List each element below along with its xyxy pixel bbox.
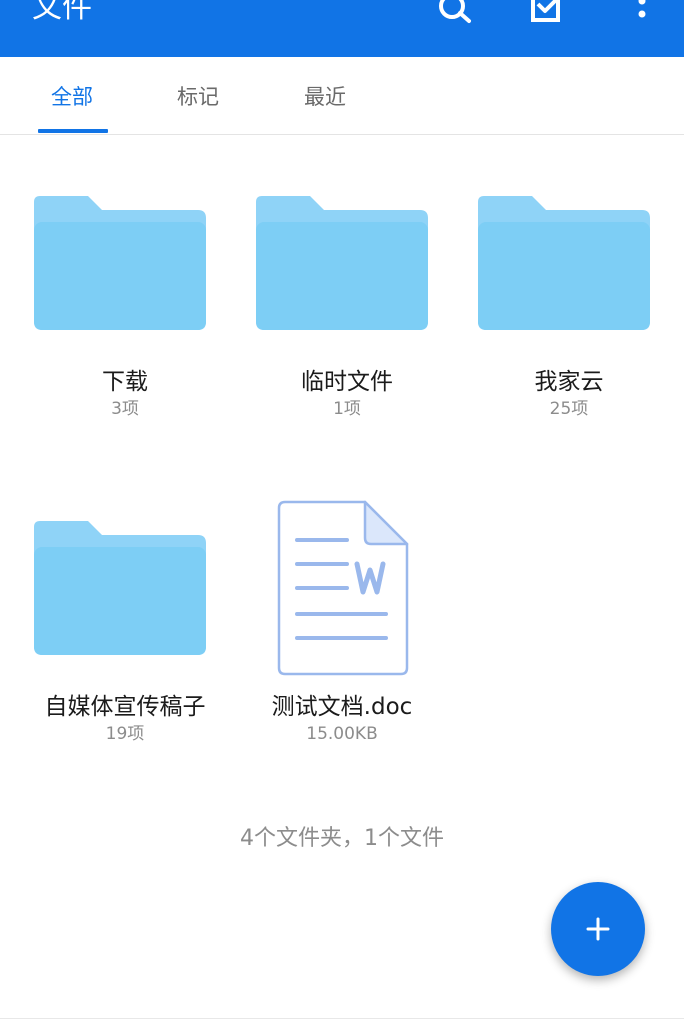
item-name: 测试文档.doc bbox=[271, 694, 413, 720]
folder-item[interactable]: 我家云 25项 bbox=[474, 190, 664, 430]
item-meta: 19项 bbox=[105, 724, 145, 744]
folder-icon bbox=[34, 521, 206, 655]
folder-item[interactable]: 下载 3项 bbox=[30, 190, 220, 430]
select-check-icon bbox=[531, 0, 560, 22]
add-button[interactable] bbox=[551, 882, 645, 976]
item-name: 临时文件 bbox=[301, 369, 393, 395]
folder-item[interactable]: 自媒体宣传稿子 19项 bbox=[30, 515, 220, 755]
item-meta: 15.00KB bbox=[306, 724, 378, 744]
folder-icon bbox=[478, 196, 650, 330]
folder-icon bbox=[256, 196, 428, 330]
item-meta: 25项 bbox=[549, 399, 589, 419]
tab-recent[interactable]: 最近 bbox=[304, 83, 346, 111]
item-name: 自媒体宣传稿子 bbox=[44, 694, 206, 720]
folder-summary: 4个文件夹，1个文件 bbox=[240, 826, 444, 851]
plus-icon bbox=[586, 917, 610, 941]
word-document-icon bbox=[277, 500, 409, 676]
active-tab-indicator bbox=[38, 129, 108, 133]
tab-all[interactable]: 全部 bbox=[51, 83, 93, 111]
item-name: 我家云 bbox=[534, 369, 604, 395]
folder-item[interactable]: 临时文件 1项 bbox=[252, 190, 442, 430]
more-options-button[interactable] bbox=[614, 0, 662, 30]
page-title: 文件 bbox=[32, 0, 92, 25]
tab-bar: 全部 标记 最近 bbox=[0, 57, 684, 135]
search-icon bbox=[439, 0, 471, 23]
more-vert-icon bbox=[638, 0, 646, 18]
file-manager-screen: 文件 全部 标记 最近 下载 3项 临时文件 1项 我家云 25项 自媒体宣传稿… bbox=[0, 0, 684, 1026]
folder-icon bbox=[34, 196, 206, 330]
item-meta: 3项 bbox=[111, 399, 139, 419]
bottom-divider bbox=[0, 1018, 684, 1019]
search-button[interactable] bbox=[431, 0, 479, 30]
tab-marked[interactable]: 标记 bbox=[177, 83, 219, 111]
select-button[interactable] bbox=[523, 0, 571, 30]
item-name: 下载 bbox=[102, 369, 148, 395]
app-bar: 文件 bbox=[0, 0, 684, 57]
file-item[interactable]: 测试文档.doc 15.00KB bbox=[247, 500, 437, 755]
item-meta: 1项 bbox=[333, 399, 361, 419]
